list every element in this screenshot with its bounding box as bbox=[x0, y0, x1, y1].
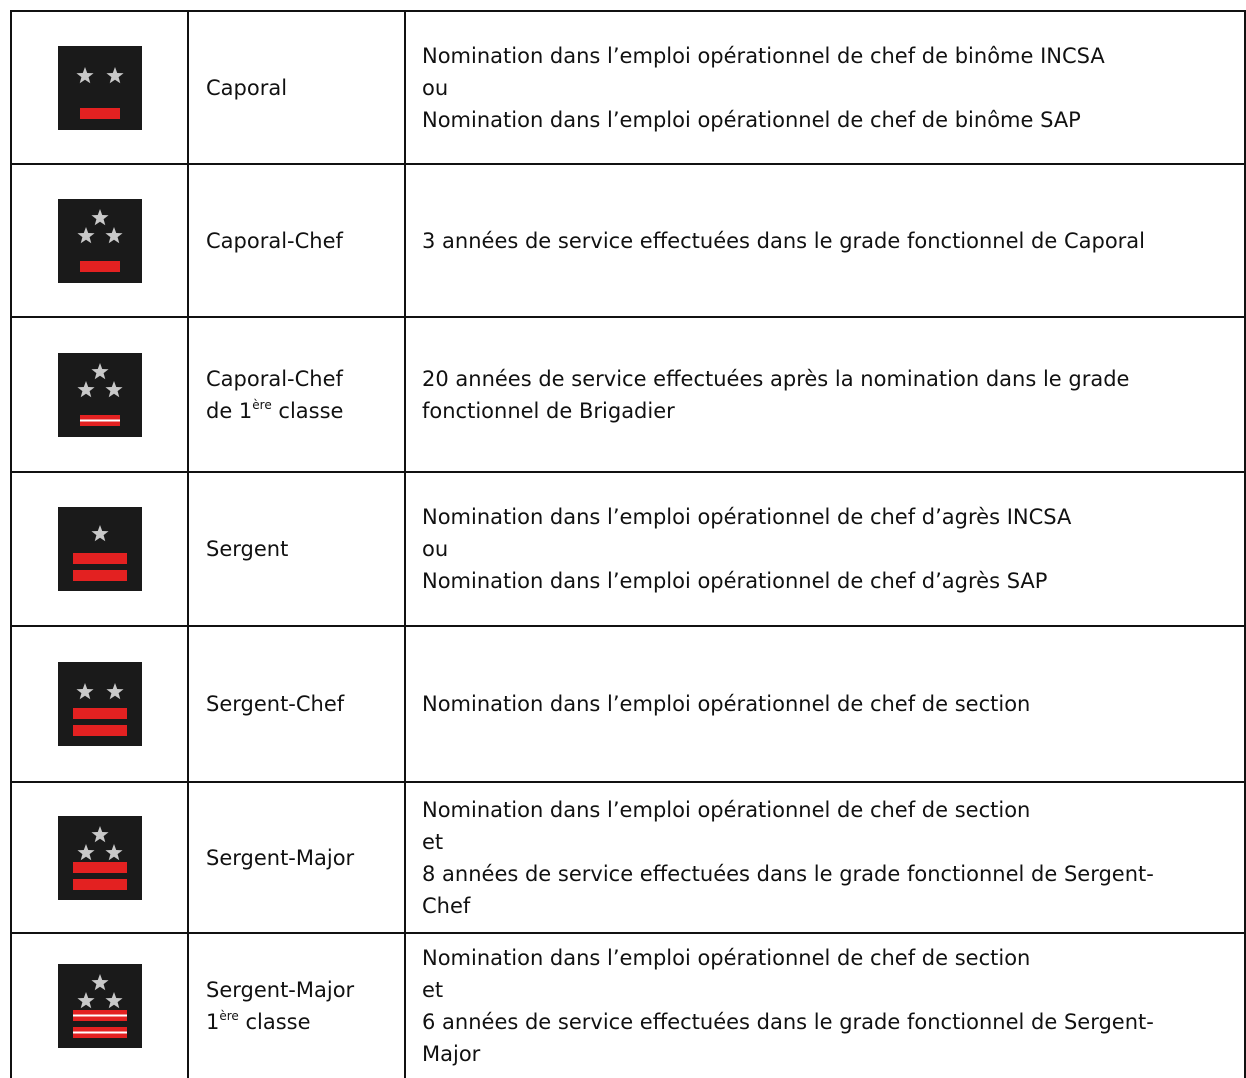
rank-insignia-icon bbox=[57, 352, 142, 437]
insignia-cell bbox=[12, 473, 187, 625]
conditions-cell: 20 années de service effectuées après la… bbox=[422, 318, 1244, 471]
condition-line: Chef bbox=[422, 893, 471, 918]
table-row: Caporal-Chef de 1ère classe 20 années de… bbox=[10, 318, 1246, 471]
condition-line: 8 années de service effectuées dans le g… bbox=[422, 861, 1154, 886]
grade-cell: Sergent-Major 1ère classe bbox=[206, 934, 406, 1078]
rank-insignia-icon bbox=[57, 662, 142, 746]
stripe-white-line bbox=[79, 419, 120, 421]
table-row: Caporal-Chef 3 années de service effectu… bbox=[10, 165, 1246, 316]
insignia-cell bbox=[12, 165, 187, 316]
grade-class-word: classe bbox=[238, 1010, 311, 1034]
condition-line: Nomination dans l’emploi opérationnel de… bbox=[422, 43, 1105, 68]
conditions-cell: 3 années de service effectuées dans le g… bbox=[422, 165, 1244, 316]
stripe-white-line bbox=[72, 1031, 127, 1034]
insignia-cell bbox=[12, 934, 187, 1078]
grade-cell: Caporal-Chef bbox=[206, 165, 406, 316]
grade-class-superscript: ère bbox=[252, 397, 272, 412]
table-row: Caporal Nomination dans l’emploi opérati… bbox=[10, 12, 1246, 163]
table-row: Sergent-Chef Nomination dans l’emploi op… bbox=[10, 627, 1246, 781]
conditions-cell: Nomination dans l’emploi opérationnel de… bbox=[422, 473, 1244, 625]
grade-class-word: classe bbox=[271, 398, 344, 423]
grade-name: Caporal bbox=[206, 75, 288, 100]
insignia-cell bbox=[12, 318, 187, 471]
condition-line: Nomination dans l’emploi opérationnel de… bbox=[422, 505, 1072, 529]
conditions-cell: Nomination dans l’emploi opérationnel de… bbox=[422, 627, 1244, 781]
condition-line: 3 années de service effectuées dans le g… bbox=[422, 228, 1146, 253]
condition-line: Nomination dans l’emploi opérationnel de… bbox=[422, 569, 1048, 593]
rank-insignia-icon bbox=[57, 507, 142, 591]
stripe-bar bbox=[79, 260, 120, 272]
stripe-bar bbox=[72, 570, 127, 581]
stripe-bar bbox=[72, 725, 127, 736]
condition-line: fonctionnel de Brigadier bbox=[422, 398, 675, 423]
grade-name: Sergent-Major bbox=[206, 845, 355, 870]
table-row: Sergent-Major Nomination dans l’emploi o… bbox=[10, 783, 1246, 932]
grade-name: Caporal-Chef bbox=[206, 228, 343, 253]
rank-insignia-icon bbox=[57, 198, 142, 283]
stripe-bar bbox=[72, 708, 127, 719]
table-row: Sergent Nomination dans l’emploi opérati… bbox=[10, 473, 1246, 625]
stripe-white-line bbox=[72, 1014, 127, 1017]
grade-name: Sergent-Major bbox=[206, 978, 355, 1002]
condition-line: ou bbox=[422, 75, 449, 100]
grade-class: 1ère classe bbox=[206, 1006, 406, 1038]
condition-line: et bbox=[422, 978, 444, 1002]
stripe-bar bbox=[79, 107, 120, 119]
grade-name: Sergent-Chef bbox=[206, 692, 345, 716]
grade-name: Caporal-Chef bbox=[206, 366, 343, 391]
condition-line: Major bbox=[422, 1042, 481, 1066]
grade-class-superscript: ère bbox=[219, 1009, 239, 1023]
insignia-cell bbox=[12, 627, 187, 781]
insignia-cell bbox=[12, 783, 187, 932]
grade-cell: Sergent-Chef bbox=[206, 627, 406, 781]
rank-insignia-icon bbox=[57, 815, 142, 900]
grade-cell: Sergent bbox=[206, 473, 406, 625]
conditions-cell: Nomination dans l’emploi opérationnel de… bbox=[422, 783, 1244, 932]
conditions-cell: Nomination dans l’emploi opérationnel de… bbox=[422, 12, 1244, 163]
rank-insignia-icon bbox=[57, 45, 142, 130]
condition-line: Nomination dans l’emploi opérationnel de… bbox=[422, 692, 1031, 716]
rank-insignia-icon bbox=[57, 964, 142, 1048]
condition-line: et bbox=[422, 829, 444, 854]
stripe-bar bbox=[72, 878, 127, 890]
table-row: Sergent-Major 1ère classe Nomination dan… bbox=[10, 934, 1246, 1078]
grade-class-number: de 1 bbox=[206, 398, 253, 423]
insignia-cell bbox=[12, 12, 187, 163]
condition-line: Nomination dans l’emploi opérationnel de… bbox=[422, 107, 1081, 132]
stripe-bar bbox=[72, 553, 127, 564]
condition-line: 6 années de service effectuées dans le g… bbox=[422, 1010, 1154, 1034]
grade-cell: Sergent-Major bbox=[206, 783, 406, 932]
grade-cell: Caporal-Chef de 1ère classe bbox=[206, 318, 406, 471]
condition-line: Nomination dans l’emploi opérationnel de… bbox=[422, 946, 1031, 970]
grade-name: Sergent bbox=[206, 537, 289, 561]
condition-line: ou bbox=[422, 537, 449, 561]
grade-class-number: 1 bbox=[206, 1010, 220, 1034]
grade-class: de 1ère classe bbox=[206, 395, 406, 427]
grades-table: Caporal Nomination dans l’emploi opérati… bbox=[10, 10, 1246, 1078]
condition-line: Nomination dans l’emploi opérationnel de… bbox=[422, 797, 1031, 822]
stripe-bar bbox=[72, 861, 127, 873]
condition-line: 20 années de service effectuées après la… bbox=[422, 366, 1130, 391]
conditions-cell: Nomination dans l’emploi opérationnel de… bbox=[422, 934, 1244, 1078]
grade-cell: Caporal bbox=[206, 12, 406, 163]
